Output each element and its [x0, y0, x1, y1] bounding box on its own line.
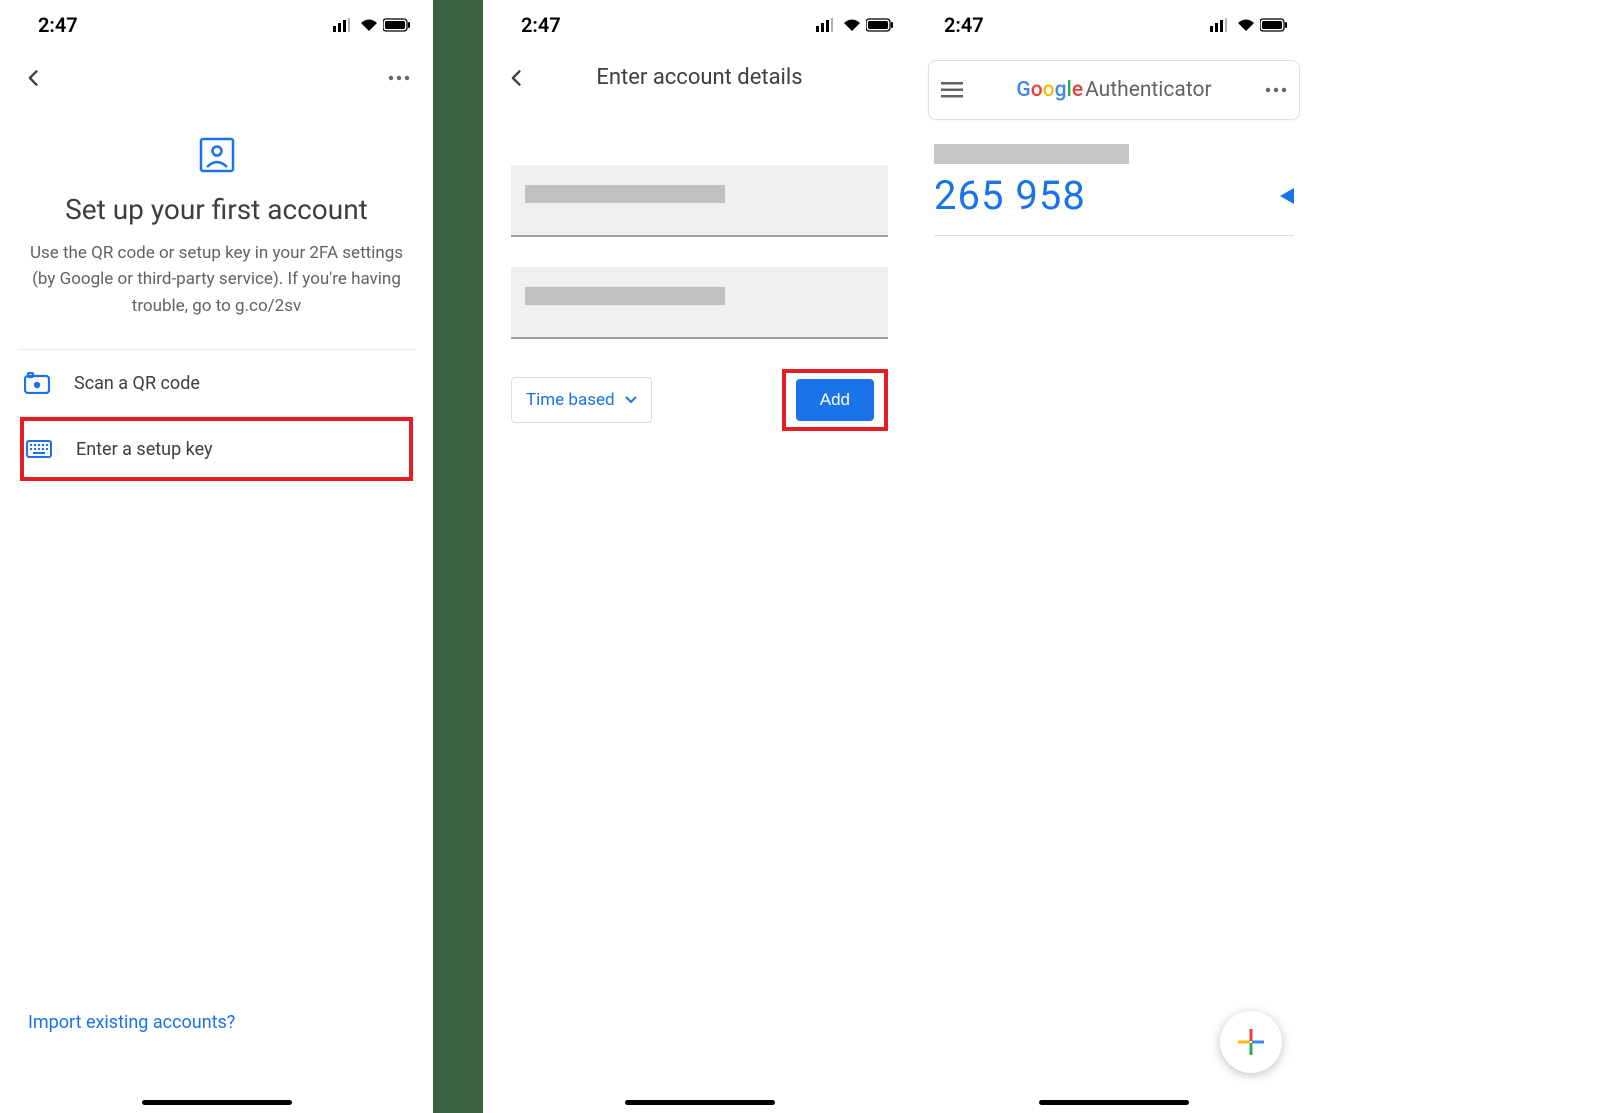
option-label: Scan a QR code	[74, 373, 200, 394]
timer-indicator-icon	[1280, 188, 1294, 204]
home-indicator	[142, 1100, 292, 1105]
screen-setup: 2:47 Set up your first account Use the Q…	[0, 0, 433, 1113]
description: Use the QR code or setup key in your 2FA…	[24, 240, 409, 319]
clock: 2:47	[944, 13, 984, 37]
status-icons	[816, 18, 896, 32]
home-indicator	[625, 1100, 775, 1105]
option-scan-qr[interactable]: Scan a QR code	[0, 350, 433, 416]
back-button[interactable]	[501, 62, 533, 94]
page-title: Enter account details	[533, 65, 866, 90]
screen-enter-details: 2:47 Enter account details Time based	[483, 0, 916, 1113]
camera-icon	[24, 372, 50, 394]
brand: GoogleAuthenticator	[979, 78, 1249, 102]
key-field[interactable]	[511, 267, 888, 339]
import-link[interactable]: Import existing accounts?	[28, 1012, 235, 1033]
screen-authenticator: 2:47 GoogleAuthenticator 265 958	[918, 0, 1310, 1113]
account-name-redacted	[934, 144, 1129, 164]
nav-bar	[0, 50, 433, 105]
highlight-add: Add	[782, 369, 888, 431]
highlight-enter-key: Enter a setup key	[20, 417, 413, 481]
more-button[interactable]	[1265, 87, 1287, 93]
plus-icon	[1238, 1029, 1264, 1055]
chevron-down-icon	[625, 396, 637, 404]
nav-bar: Enter account details	[483, 50, 916, 105]
option-enter-key[interactable]: Enter a setup key	[24, 421, 409, 477]
keyboard-icon	[26, 440, 52, 458]
status-icons	[333, 18, 413, 32]
status-bar: 2:47	[918, 0, 1310, 50]
account-name-field[interactable]	[511, 165, 888, 237]
status-bar: 2:47	[483, 0, 916, 50]
app-header: GoogleAuthenticator	[928, 60, 1300, 120]
heading: Set up your first account	[0, 193, 433, 226]
home-indicator	[1039, 1100, 1189, 1105]
more-button[interactable]	[383, 62, 415, 94]
menu-button[interactable]	[941, 82, 963, 98]
option-label: Enter a setup key	[76, 439, 213, 460]
add-fab[interactable]	[1220, 1011, 1282, 1073]
add-button[interactable]: Add	[796, 379, 874, 421]
redacted-placeholder	[525, 185, 725, 203]
status-bar: 2:47	[0, 0, 433, 50]
clock: 2:47	[521, 13, 561, 37]
status-icons	[1210, 18, 1290, 32]
clock: 2:47	[38, 13, 78, 37]
account-icon	[0, 135, 433, 175]
back-button[interactable]	[18, 62, 50, 94]
otp-code: 265 958	[934, 172, 1086, 219]
type-dropdown[interactable]: Time based	[511, 377, 652, 423]
redacted-placeholder	[525, 287, 725, 305]
dropdown-label: Time based	[526, 390, 615, 410]
